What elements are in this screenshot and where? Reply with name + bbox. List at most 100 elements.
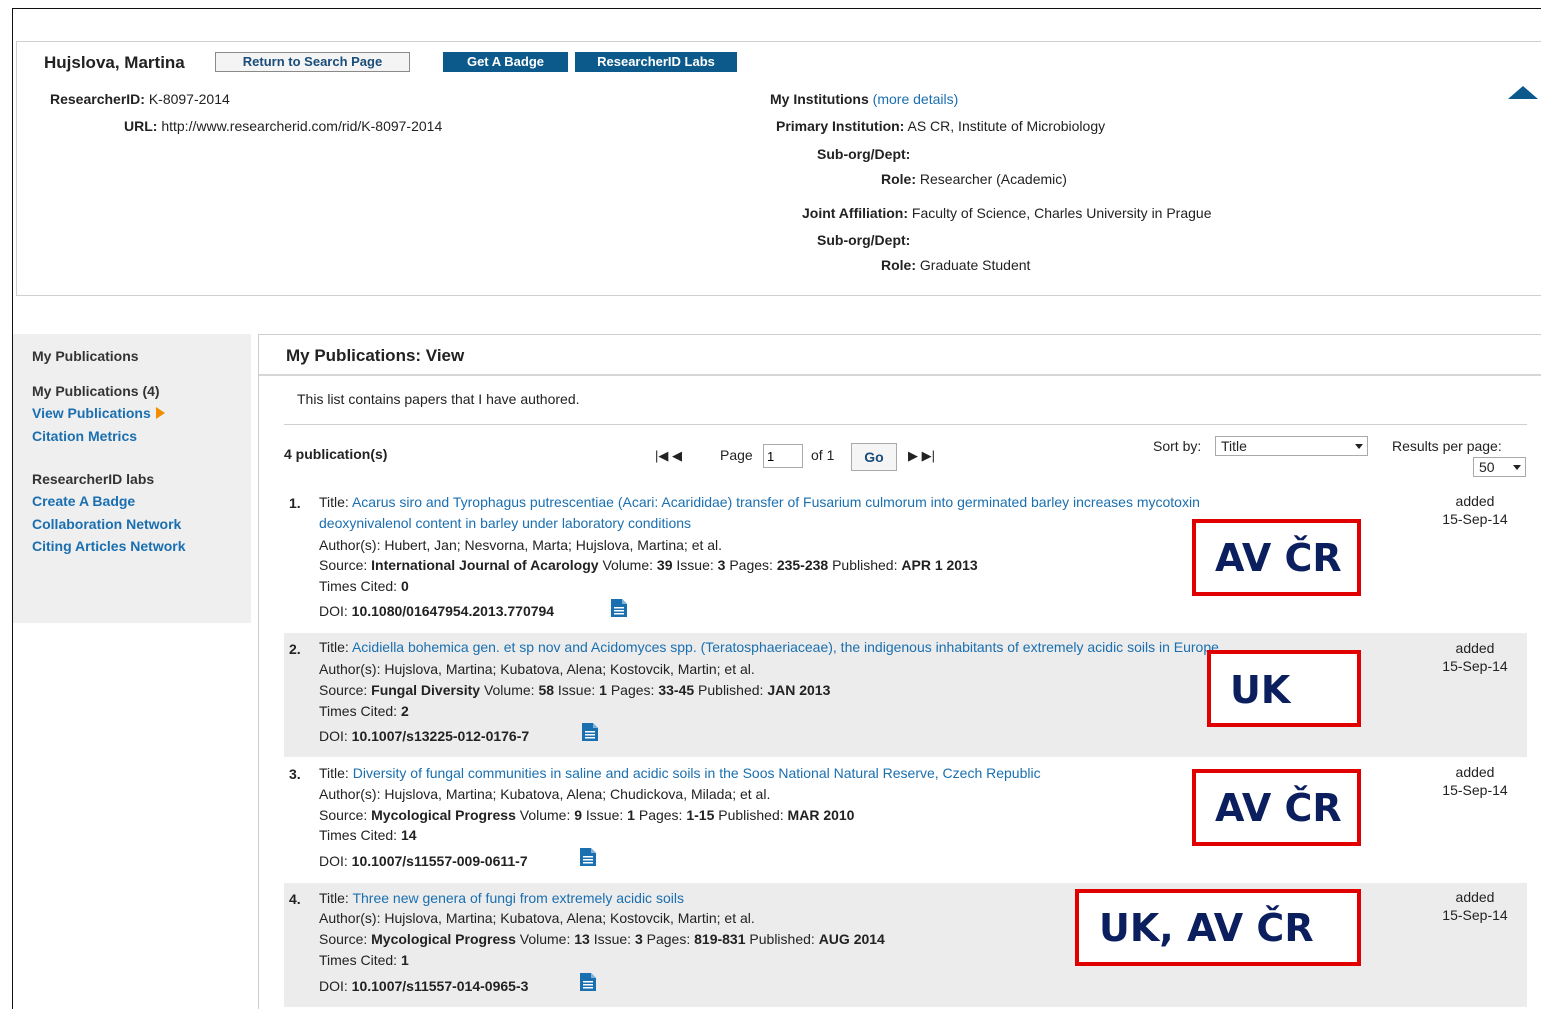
- document-icon[interactable]: [579, 847, 597, 867]
- added-date: added 15-Sep-14: [1430, 639, 1520, 675]
- published-value: APR 1 2013: [901, 557, 978, 573]
- next-last-page-icon[interactable]: ▶ ▶|: [908, 448, 935, 464]
- results-per-page-select[interactable]: 50: [1473, 457, 1526, 477]
- authors-value: Hujslova, Martina; Kubatova, Alena; Kost…: [384, 910, 755, 926]
- collapse-up-icon[interactable]: [1508, 86, 1538, 99]
- authors-value: Hujslova, Martina; Kubatova, Alena; Chud…: [384, 786, 771, 802]
- publication-number: 1.: [289, 495, 301, 511]
- primary-institution-value: AS CR, Institute of Microbiology: [907, 118, 1106, 134]
- publication-title-link[interactable]: Acidiella bohemica gen. et sp nov and Ac…: [352, 639, 1219, 655]
- times-cited: Times Cited: 1: [319, 952, 409, 968]
- volume-value: 39: [656, 557, 673, 573]
- pages-label: Pages:: [729, 557, 773, 573]
- sidebar-item-my-publications[interactable]: My Publications (4): [32, 383, 160, 399]
- primary-institution-label: Primary Institution:: [776, 118, 905, 134]
- of-label: of: [811, 447, 823, 463]
- page-number-input[interactable]: [763, 444, 803, 468]
- times-cited-value: 14: [400, 827, 417, 843]
- source-label: Source:: [319, 931, 368, 947]
- document-icon[interactable]: [581, 722, 599, 742]
- title-label: Title:: [319, 890, 349, 906]
- results-per-page-label: Results per page:: [1392, 438, 1502, 454]
- joint-suborg-row: Sub-org/Dept:: [817, 232, 910, 248]
- sidebar-item-citation-metrics[interactable]: Citation Metrics: [32, 428, 137, 444]
- primary-institution-row: Primary Institution: AS CR, Institute of…: [776, 118, 1105, 134]
- issue-label: Issue:: [676, 557, 714, 573]
- added-label: added: [1455, 889, 1495, 905]
- publication-source: Source: International Journal of Acarolo…: [319, 557, 978, 573]
- researcherid-labs-button[interactable]: ResearcherID Labs: [575, 52, 737, 72]
- added-date: added 15-Sep-14: [1430, 763, 1520, 799]
- page-title: My Publications: View: [286, 346, 465, 365]
- sidebar-item-create-badge[interactable]: Create A Badge: [32, 493, 135, 509]
- times-cited: Times Cited: 2: [319, 703, 409, 719]
- publication-title-link[interactable]: Diversity of fungal communities in salin…: [353, 765, 1041, 781]
- sidebar-item-view-publications[interactable]: View Publications: [32, 405, 165, 421]
- volume-value: 13: [574, 931, 590, 947]
- divider: [284, 424, 1527, 425]
- document-icon[interactable]: [579, 972, 597, 992]
- document-icon[interactable]: [610, 598, 628, 618]
- authors-value: Hubert, Jan; Nesvorna, Marta; Hujslova, …: [384, 537, 723, 553]
- joint-role-row: Role: Graduate Student: [881, 257, 1030, 273]
- affiliation-annotation: AV ČR: [1192, 519, 1361, 596]
- url-row: URL: http://www.researcherid.com/rid/K-8…: [124, 118, 442, 134]
- publication-number: 3.: [289, 766, 301, 782]
- joint-affiliation-label: Joint Affiliation:: [802, 205, 909, 221]
- url-value[interactable]: http://www.researcherid.com/rid/K-8097-2…: [161, 118, 442, 134]
- annotation-text: AV ČR: [1215, 536, 1342, 580]
- researcher-name: Hujslova, Martina: [44, 53, 185, 72]
- journal-name: International Journal of Acarology: [371, 557, 599, 573]
- primary-role-value: Researcher (Academic): [919, 171, 1067, 187]
- sidebar-item-collaboration-network[interactable]: Collaboration Network: [32, 516, 181, 532]
- current-arrow-icon: [155, 407, 165, 419]
- doi-label: DOI:: [319, 978, 348, 994]
- issue-label: Issue:: [557, 682, 596, 698]
- issue-value: 3: [634, 931, 643, 947]
- first-prev-page-icon[interactable]: |◀ ◀: [655, 448, 682, 464]
- affiliation-annotation: UK, AV ČR: [1075, 889, 1361, 966]
- annotation-text: AV ČR: [1215, 786, 1342, 830]
- joint-affiliation-row: Joint Affiliation: Faculty of Science, C…: [802, 205, 1212, 221]
- frame-top-border: [12, 8, 1541, 9]
- added-label: added: [1455, 493, 1495, 509]
- sidebar-item-citing-articles-network[interactable]: Citing Articles Network: [32, 538, 186, 554]
- role-label: Role:: [881, 257, 916, 273]
- sidebar-labs-heading: ResearcherID labs: [32, 471, 155, 487]
- intro-text: This list contains papers that I have au…: [297, 391, 580, 407]
- issue-label: Issue:: [593, 931, 632, 947]
- issue-value: 1: [599, 682, 607, 698]
- go-button[interactable]: Go: [851, 443, 897, 471]
- published-label: Published:: [749, 931, 815, 947]
- publication-title-link[interactable]: Acarus siro and Tyrophagus putrescentiae…: [352, 494, 1200, 510]
- source-label: Source:: [319, 807, 368, 823]
- added-label: added: [1455, 764, 1495, 780]
- affiliation-annotation: AV ČR: [1192, 769, 1361, 846]
- doi-row: DOI: 10.1007/s11557-009-0611-7: [319, 853, 528, 869]
- published-label: Published:: [832, 557, 898, 573]
- results-per-page-value: 50: [1479, 459, 1495, 475]
- sort-by-label: Sort by:: [1153, 438, 1202, 454]
- publication-authors: Author(s): Hujslova, Martina; Kubatova, …: [319, 661, 755, 677]
- journal-name: Fungal Diversity: [371, 682, 481, 698]
- publication-authors: Author(s): Hujslova, Martina; Kubatova, …: [319, 786, 770, 802]
- publication-title-row: Title: Three new genera of fungi from ex…: [319, 890, 684, 906]
- source-label: Source:: [319, 682, 368, 698]
- publication-title-link[interactable]: Three new genera of fungi from extremely…: [352, 890, 683, 906]
- publication-authors: Author(s): Hubert, Jan; Nesvorna, Marta;…: [319, 537, 722, 553]
- get-a-badge-button[interactable]: Get A Badge: [443, 52, 568, 72]
- annotation-text: UK: [1230, 668, 1291, 712]
- published-label: Published:: [698, 682, 764, 698]
- publication-title-link-cont[interactable]: deoxynivalenol content in barley under l…: [319, 515, 691, 531]
- pages-value: 33-45: [658, 682, 695, 698]
- more-details-link[interactable]: (more details): [873, 91, 959, 107]
- publication-source: Source: Mycological Progress Volume: 9 I…: [319, 807, 854, 823]
- sort-by-select[interactable]: Title: [1215, 436, 1368, 456]
- return-to-search-button[interactable]: Return to Search Page: [215, 52, 410, 72]
- doi-row: DOI: 10.1007/s13225-012-0176-7: [319, 728, 529, 744]
- institutions-label: My Institutions: [770, 91, 869, 107]
- title-label: Title:: [319, 494, 349, 510]
- added-value: 15-Sep-14: [1442, 907, 1508, 923]
- suborg-label: Sub-org/Dept:: [817, 232, 911, 248]
- total-pages: 1: [826, 447, 835, 463]
